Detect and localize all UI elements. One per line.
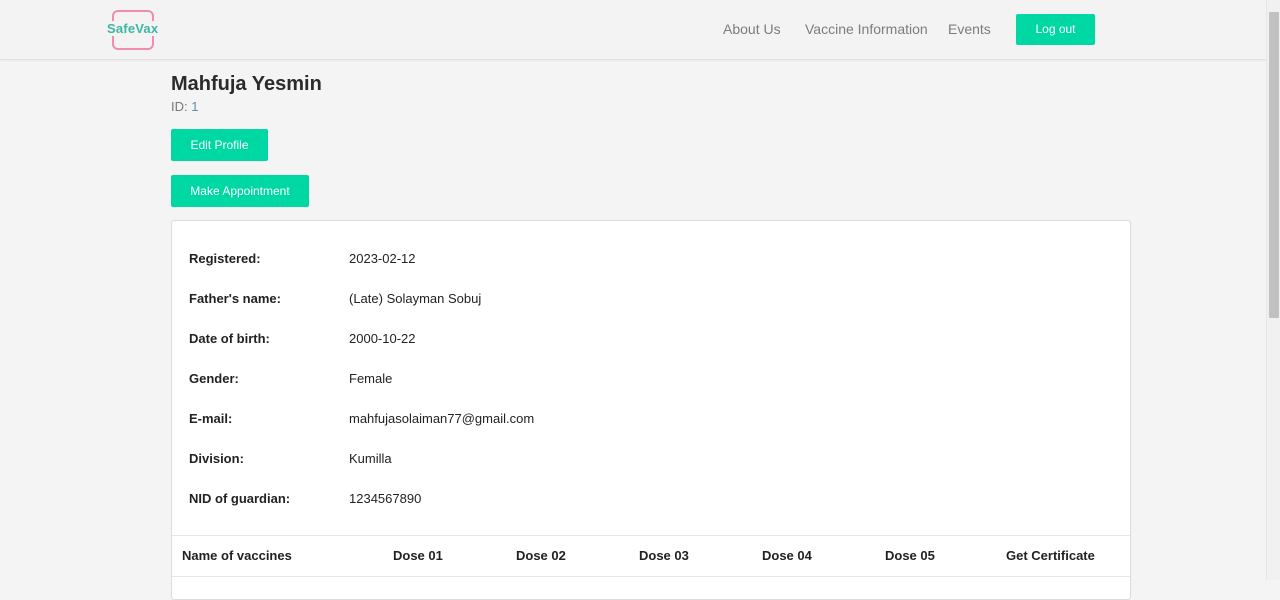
make-appointment-button[interactable]: Make Appointment — [171, 175, 309, 207]
profile-id-value: 1 — [191, 99, 199, 114]
top-navbar: SafeVax About Us Vaccine Information Eve… — [0, 0, 1266, 60]
detail-value-division: Kumilla — [349, 451, 392, 466]
th-vaccine-name: Name of vaccines — [182, 548, 292, 563]
detail-value-registered: 2023-02-12 — [349, 251, 416, 266]
detail-label-division: Division: — [189, 451, 244, 466]
detail-value-email: mahfujasolaiman77@gmail.com — [349, 411, 535, 426]
th-dose-03: Dose 03 — [639, 548, 689, 563]
nav-about-us[interactable]: About Us — [723, 21, 781, 37]
scrollbar-thumb[interactable] — [1269, 12, 1279, 318]
detail-value-nid-guardian: 1234567890 — [349, 491, 422, 506]
table-divider-top — [172, 535, 1130, 536]
th-dose-01: Dose 01 — [393, 548, 443, 563]
detail-label-date-of-birth: Date of birth: — [189, 331, 270, 346]
th-get-certificate: Get Certificate — [1006, 548, 1095, 563]
profile-name: Mahfuja Yesmin — [171, 73, 322, 95]
detail-value-date-of-birth: 2000-10-22 — [349, 331, 416, 346]
th-dose-04: Dose 04 — [762, 548, 812, 563]
profile-details-card: Registered: 2023-02-12 Father's name: (L… — [171, 220, 1131, 600]
profile-id: ID: 1 — [171, 99, 198, 114]
logout-button[interactable]: Log out — [1016, 14, 1095, 45]
logo-text[interactable]: SafeVax — [106, 21, 160, 36]
detail-value-gender: Female — [349, 371, 393, 386]
detail-label-gender: Gender: — [189, 371, 239, 386]
table-divider-bottom — [172, 576, 1130, 577]
th-dose-05: Dose 05 — [885, 548, 935, 563]
vertical-scrollbar[interactable] — [1266, 0, 1280, 580]
detail-label-email: E-mail: — [189, 411, 233, 426]
profile-id-label: ID: — [171, 99, 188, 114]
detail-value-father-name: (Late) Solayman Sobuj — [349, 291, 482, 306]
nav-vaccine-information[interactable]: Vaccine Information — [805, 21, 928, 37]
detail-label-nid-guardian: NID of guardian: — [189, 491, 291, 506]
detail-label-father-name: Father's name: — [189, 291, 281, 306]
nav-events[interactable]: Events — [948, 21, 991, 37]
th-dose-02: Dose 02 — [516, 548, 566, 563]
edit-profile-button[interactable]: Edit Profile — [171, 129, 268, 161]
detail-label-registered: Registered: — [189, 251, 261, 266]
